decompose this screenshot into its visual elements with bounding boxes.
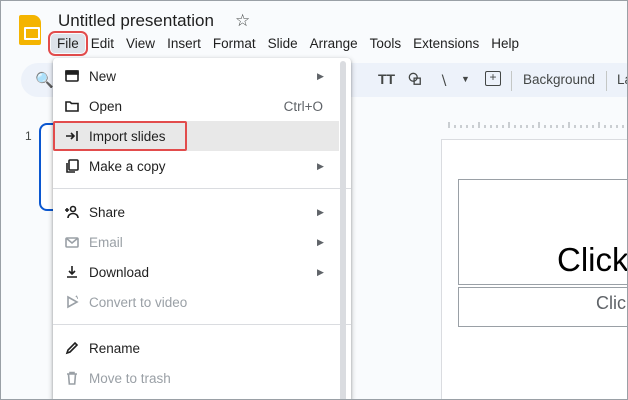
menu-item-label: Open	[89, 98, 123, 114]
highlight-outline	[53, 121, 187, 151]
folder-icon	[65, 101, 79, 112]
search-icon[interactable]: 🔍	[35, 71, 54, 89]
menu-item-label: Email	[89, 234, 123, 250]
title-placeholder[interactable]: Click	[557, 241, 627, 279]
submenu-arrow-icon: ▶	[317, 70, 324, 81]
submenu-arrow-icon: ▶	[317, 160, 324, 171]
star-icon[interactable]: ☆	[235, 11, 250, 31]
menu-item-label: Make a copy	[89, 158, 166, 174]
menu-item-download[interactable]: Download ▶	[53, 257, 339, 287]
menu-bar: File Edit View Insert Format Slide Arran…	[48, 31, 525, 56]
menu-divider	[53, 188, 351, 189]
submenu-arrow-icon: ▶	[317, 266, 324, 277]
toolbar-divider	[606, 71, 607, 91]
menu-item-email: Email ▶	[53, 227, 339, 257]
document-title[interactable]: Untitled presentation	[58, 11, 214, 31]
menu-item-new[interactable]: New ▶	[53, 61, 339, 91]
menu-item-label: Convert to video	[89, 294, 188, 310]
pencil-icon	[65, 341, 79, 355]
menu-scrollbar[interactable]	[340, 61, 346, 399]
menu-tools[interactable]: Tools	[364, 34, 408, 53]
menu-item-label: Move to trash	[89, 370, 171, 386]
menu-format[interactable]: Format	[207, 34, 262, 53]
submenu-arrow-icon: ▶	[317, 206, 324, 217]
slides-logo-icon[interactable]	[19, 15, 41, 45]
layout-button[interactable]: Layo	[617, 72, 627, 87]
menu-item-move-to-trash: Move to trash	[53, 363, 339, 393]
copy-icon	[66, 159, 79, 173]
video-icon	[67, 295, 79, 309]
ruler	[448, 122, 624, 128]
menu-insert[interactable]: Insert	[161, 34, 207, 53]
menu-item-label: New	[89, 68, 117, 84]
person-add-icon	[65, 205, 79, 219]
text-box-icon[interactable]: TT	[378, 71, 395, 87]
shape-icon[interactable]	[408, 72, 422, 86]
download-icon	[67, 266, 77, 278]
submenu-arrow-icon: ▶	[317, 236, 324, 247]
add-comment-icon[interactable]: +	[485, 71, 501, 86]
menu-edit[interactable]: Edit	[85, 34, 120, 53]
menu-item-open[interactable]: Open Ctrl+O	[53, 91, 339, 121]
menu-help[interactable]: Help	[485, 34, 525, 53]
shortcut-label: Ctrl+O	[283, 98, 323, 114]
menu-item-make-a-copy[interactable]: Make a copy ▶	[53, 151, 339, 181]
menu-item-share[interactable]: Share ▶	[53, 197, 339, 227]
menu-slide[interactable]: Slide	[262, 34, 304, 53]
chevron-down-icon[interactable]: ▼	[461, 74, 470, 84]
app-window: Untitled presentation ☆ File Edit View I…	[0, 0, 628, 400]
slide-number: 1	[25, 129, 32, 143]
email-icon	[65, 237, 79, 248]
menu-file[interactable]: File	[48, 31, 88, 56]
menu-item-label: Rename	[89, 340, 141, 356]
trash-icon	[67, 371, 77, 385]
menu-item-label: Share	[89, 204, 126, 220]
toolbar-divider	[511, 71, 512, 91]
subtitle-placeholder[interactable]: Clic	[596, 293, 626, 314]
presentation-icon	[65, 70, 79, 82]
menu-extensions[interactable]: Extensions	[407, 34, 485, 53]
background-button[interactable]: Background	[523, 72, 595, 87]
menu-view[interactable]: View	[120, 34, 161, 53]
menu-divider	[53, 324, 351, 325]
menu-item-rename[interactable]: Rename	[53, 333, 339, 363]
menu-arrange[interactable]: Arrange	[304, 34, 364, 53]
line-icon[interactable]: ∖	[439, 72, 448, 89]
menu-item-label: Download	[89, 264, 150, 280]
menu-item-convert-to-video: Convert to video	[53, 287, 339, 317]
